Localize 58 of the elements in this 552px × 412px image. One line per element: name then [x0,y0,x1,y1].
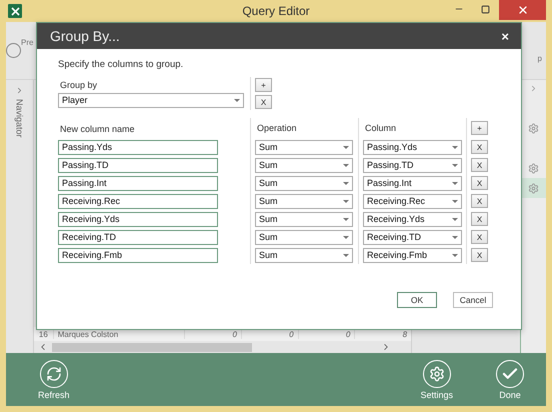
gear-icon [528,162,539,174]
cancel-button[interactable]: Cancel [453,292,493,308]
settings-icon [428,366,445,382]
ribbon-icon [6,43,21,58]
column-header: New column name [59,124,136,134]
ok-button[interactable]: OK [397,292,437,308]
ribbon-label[interactable]: Pre [21,38,34,47]
operation-dropdown[interactable]: Sum [255,158,353,172]
gear-icon [528,182,539,194]
group-by-label: Group by [59,80,98,90]
remove-button[interactable]: X [471,230,488,244]
operation-dropdown[interactable]: Sum [255,140,353,154]
column-header: Operation [256,123,298,133]
column-dropdown[interactable]: Receiving.Fmb [363,248,462,262]
remove-button[interactable]: X [471,194,488,208]
dialog-title: Group By... [50,28,120,44]
column-dropdown[interactable]: Passing.Int [363,176,462,190]
column-name-field[interactable]: Receiving.TD [58,230,218,244]
query-step[interactable] [521,178,546,198]
close-icon [516,4,528,16]
add-button[interactable]: + [255,78,272,92]
remove-button[interactable]: X [255,95,272,109]
remove-button[interactable]: X [471,248,488,262]
close-button[interactable]: × [501,28,509,44]
column-name-field[interactable]: Receiving.Fmb [58,248,218,262]
column-name-field[interactable]: Passing.Yds [58,140,218,154]
column-dropdown[interactable]: Passing.TD [363,158,462,172]
column-dropdown[interactable]: Receiving.Yds [363,212,462,226]
window-title: Query Editor [242,4,310,18]
column-dropdown[interactable]: Passing.Yds [363,140,462,154]
operation-dropdown[interactable]: Sum [255,248,353,262]
column-name-field[interactable]: Passing.TD [58,158,218,172]
remove-button[interactable]: X [471,140,488,154]
ribbon-label[interactable]: p [538,54,542,63]
column-name-field[interactable]: Receiving.Yds [58,212,218,226]
close-button[interactable] [499,0,546,20]
add-button[interactable]: + [471,121,488,135]
column-dropdown[interactable]: Receiving.Rec [363,194,462,208]
excel-logo-icon [8,4,22,18]
column-dropdown[interactable]: Receiving.TD [363,230,462,244]
operation-dropdown[interactable]: Sum [255,176,353,190]
operation-dropdown[interactable]: Sum [255,212,353,226]
column-name-field[interactable]: Receiving.Rec [58,194,218,208]
operation-dropdown[interactable]: Sum [255,194,353,208]
remove-button[interactable]: X [471,176,488,190]
remove-button[interactable]: X [471,158,488,172]
expand-icon[interactable] [15,86,24,95]
maximize-icon [481,4,490,14]
navigator-label[interactable]: Navigator [14,99,24,138]
gear-icon [528,122,539,134]
remove-button[interactable]: X [471,212,488,226]
operation-dropdown[interactable]: Sum [255,230,353,244]
column-name-field[interactable]: Passing.Int [58,176,218,190]
expand-icon[interactable] [529,84,538,93]
refresh-icon [46,366,62,382]
instruction-text: Specify the columns to group. [58,59,184,70]
column-header: Column [364,123,398,133]
group-by-dropdown[interactable]: Player [58,92,244,108]
